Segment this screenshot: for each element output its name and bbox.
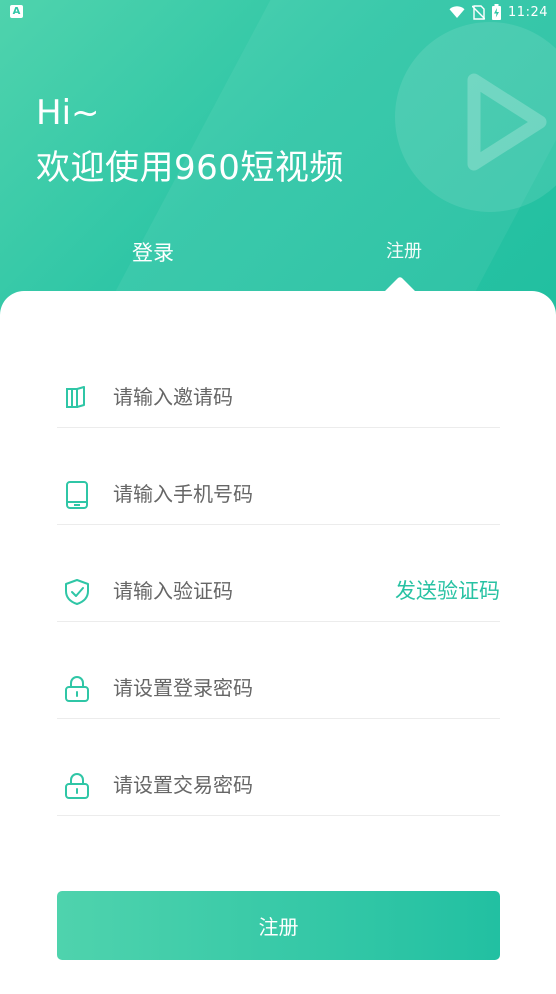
welcome-title: 欢迎使用960短视频: [36, 148, 344, 188]
header-banner: A 11:24 Hi~ 欢迎使用960短视频 登录 注册: [0, 0, 556, 330]
tab-login[interactable]: 登录: [132, 238, 174, 268]
trade-password-input[interactable]: [113, 768, 413, 802]
status-bar: A 11:24: [0, 0, 556, 24]
login-password-input[interactable]: [113, 671, 413, 705]
verification-code-input[interactable]: [113, 574, 363, 608]
play-icon: [467, 73, 547, 171]
status-time: 11:24: [508, 4, 548, 20]
lock-icon: [65, 675, 89, 702]
shield-check-icon: [65, 578, 89, 605]
lock-icon: [65, 772, 89, 799]
login-password-field: [57, 659, 500, 719]
invite-code-input[interactable]: [113, 380, 413, 414]
register-submit-button[interactable]: 注册: [57, 891, 500, 960]
trade-password-field: [57, 756, 500, 816]
status-icons: 11:24: [449, 3, 548, 21]
greeting-text: Hi~: [36, 93, 100, 133]
tab-register[interactable]: 注册: [386, 238, 422, 266]
verification-code-field: 发送验证码: [57, 562, 500, 622]
phone-input[interactable]: [113, 477, 413, 511]
notification-icon: A: [10, 5, 23, 18]
no-sim-icon: [472, 4, 486, 20]
wifi-icon: [449, 5, 465, 18]
phone-icon: [66, 480, 88, 509]
invite-code-icon: [66, 385, 85, 408]
battery-charging-icon: [492, 4, 502, 20]
phone-field: [57, 465, 500, 525]
send-code-button[interactable]: 发送验证码: [395, 576, 500, 606]
register-screen: A 11:24 Hi~ 欢迎使用960短视频 登录 注册 请输入邀请码 请输入手…: [0, 0, 556, 994]
invite-code-field: [57, 368, 500, 428]
